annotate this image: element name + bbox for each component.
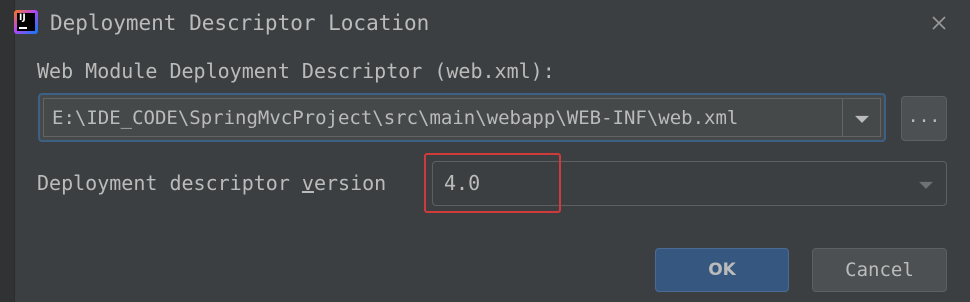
close-icon-glyph: [932, 16, 946, 30]
version-label-start: Deployment descriptor: [37, 171, 302, 195]
chevron-down-icon: [919, 181, 933, 189]
cancel-button[interactable]: Cancel: [812, 248, 947, 292]
app-icon-underscore: [19, 27, 27, 29]
descriptor-path-dropdown-button[interactable]: [842, 99, 880, 136]
descriptor-path-input[interactable]: E:\IDE_CODE\SpringMvcProject\src\main\we…: [44, 99, 844, 136]
chevron-down-icon: [854, 115, 869, 123]
browse-button[interactable]: ...: [901, 96, 947, 141]
version-label-mnemonic: v: [301, 171, 314, 195]
version-dropdown-button[interactable]: [906, 162, 946, 205]
version-label-end: ersion: [313, 171, 387, 195]
descriptor-path-combobox[interactable]: E:\IDE_CODE\SpringMvcProject\src\main\we…: [38, 93, 886, 142]
app-icon-letters: IJ: [19, 13, 26, 23]
version-select[interactable]: 4.0: [432, 161, 947, 206]
background-window-edge: [0, 0, 15, 302]
descriptor-label: Web Module Deployment Descriptor (web.xm…: [37, 59, 555, 83]
intellij-idea-icon: IJ: [14, 10, 38, 34]
version-label: Deployment descriptor version: [37, 170, 386, 196]
dialog-title: Deployment Descriptor Location: [50, 11, 430, 35]
ok-button[interactable]: OK: [655, 248, 789, 292]
descriptor-path-combobox-inner: E:\IDE_CODE\SpringMvcProject\src\main\we…: [43, 98, 881, 137]
close-icon[interactable]: [930, 14, 948, 32]
version-selected-value: 4.0: [444, 171, 481, 195]
app-icon-inner: IJ: [17, 13, 35, 31]
